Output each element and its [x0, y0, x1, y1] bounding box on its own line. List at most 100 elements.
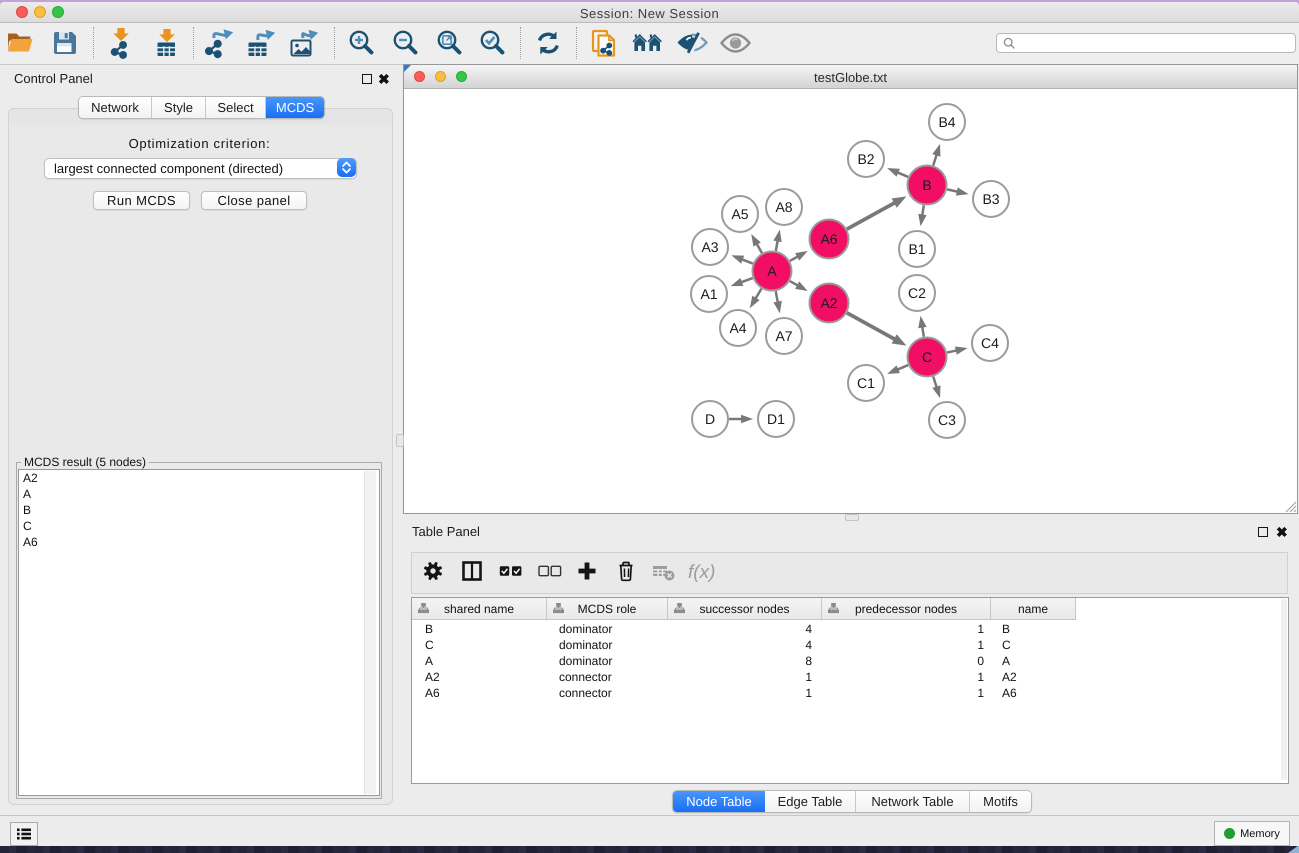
tab-network[interactable]: Network — [79, 97, 152, 118]
graph-node-C1[interactable]: C1 — [848, 365, 884, 401]
tab-node-table[interactable]: Node Table — [673, 791, 765, 812]
control-panel-float-icon[interactable] — [362, 74, 372, 84]
network-resize-grip[interactable] — [1284, 500, 1296, 512]
close-panel-button[interactable]: Close panel — [201, 191, 307, 210]
vertical-splitter-handle[interactable] — [396, 434, 404, 447]
table-row-C[interactable]: Cdominator41C — [412, 637, 1076, 653]
cell[interactable]: B — [412, 621, 547, 637]
cell[interactable]: 0 — [822, 653, 991, 669]
cell[interactable]: B — [991, 621, 1076, 637]
result-item[interactable]: B — [19, 502, 379, 518]
graph-node-A1[interactable]: A1 — [691, 276, 727, 312]
clone-network-icon[interactable] — [591, 29, 618, 58]
edge-A-A1[interactable] — [740, 278, 753, 283]
graph-node-C2[interactable]: C2 — [899, 275, 935, 311]
add-column-icon[interactable] — [576, 560, 598, 582]
cell[interactable]: A6 — [991, 685, 1076, 701]
table-row-B[interactable]: Bdominator41B — [412, 621, 1076, 637]
search-input[interactable] — [1016, 35, 1270, 51]
graph-node-A8[interactable]: A8 — [766, 189, 802, 225]
open-session-icon[interactable] — [6, 30, 34, 56]
tab-edge-table[interactable]: Edge Table — [765, 791, 856, 812]
cell[interactable]: dominator — [547, 653, 668, 669]
first-neighbors-icon[interactable] — [632, 31, 663, 55]
cell[interactable]: connector — [547, 685, 668, 701]
graph-node-A6[interactable]: A6 — [810, 220, 849, 259]
settings-icon[interactable] — [422, 560, 444, 582]
zoom-fit-icon[interactable] — [436, 29, 462, 55]
graph-node-D[interactable]: D — [692, 401, 728, 437]
table-row-A[interactable]: Adominator80A — [412, 653, 1076, 669]
tab-mcds[interactable]: MCDS — [266, 97, 324, 118]
status-list-button[interactable] — [10, 822, 38, 846]
cell[interactable]: C — [991, 637, 1076, 653]
graph-node-B4[interactable]: B4 — [929, 104, 965, 140]
deselect-all-icon[interactable] — [538, 560, 562, 582]
cell[interactable]: 1 — [668, 685, 822, 701]
delete-column-icon[interactable] — [615, 560, 637, 582]
graph-node-A[interactable]: A — [753, 252, 792, 291]
cell[interactable]: 1 — [822, 685, 991, 701]
network-graph[interactable]: B4 B2 B B3 A8 A5 A6 A3 B1 A A1 C2 A2 — [404, 89, 1297, 513]
graph-node-A5[interactable]: A5 — [722, 196, 758, 232]
graph-node-C[interactable]: C — [908, 338, 947, 377]
tab-motifs[interactable]: Motifs — [970, 791, 1031, 812]
graph-node-D1[interactable]: D1 — [758, 401, 794, 437]
cell[interactable]: 4 — [668, 621, 822, 637]
table-panel-close-icon[interactable]: ✖ — [1276, 527, 1288, 537]
table-scrollbar[interactable] — [1281, 599, 1287, 780]
cell[interactable]: A2 — [991, 669, 1076, 685]
result-item[interactable]: A2 — [19, 470, 379, 486]
cell[interactable]: A — [991, 653, 1076, 669]
graph-node-B[interactable]: B — [908, 166, 947, 205]
result-item[interactable]: C — [19, 518, 379, 534]
mcds-result-list[interactable]: A2ABCA6 — [18, 469, 380, 796]
cell[interactable]: 1 — [822, 669, 991, 685]
delete-table-icon[interactable] — [652, 560, 675, 582]
cell[interactable]: 1 — [822, 637, 991, 653]
cell[interactable]: A2 — [412, 669, 547, 685]
column-header-4[interactable]: name — [991, 598, 1076, 620]
graph-node-A7[interactable]: A7 — [766, 318, 802, 354]
cell[interactable]: A — [412, 653, 547, 669]
refresh-icon[interactable] — [535, 30, 562, 56]
cell[interactable]: A6 — [412, 685, 547, 701]
graph-node-A2[interactable]: A2 — [810, 284, 849, 323]
result-item[interactable]: A6 — [19, 534, 379, 550]
tab-style[interactable]: Style — [152, 97, 206, 118]
table-row-A6[interactable]: A6connector11A6 — [412, 685, 1076, 701]
graph-node-B2[interactable]: B2 — [848, 141, 884, 177]
graph-node-C4[interactable]: C4 — [972, 325, 1008, 361]
select-all-icon[interactable] — [499, 560, 523, 582]
graph-node-B3[interactable]: B3 — [973, 181, 1009, 217]
graph-node-A3[interactable]: A3 — [692, 229, 728, 265]
column-header-0[interactable]: shared name — [412, 598, 547, 620]
import-network-icon[interactable] — [106, 28, 134, 59]
optimization-criterion-select[interactable]: largest connected component (directed) — [44, 158, 357, 179]
cell[interactable]: dominator — [547, 621, 668, 637]
cell[interactable]: dominator — [547, 637, 668, 653]
graph-node-C3[interactable]: C3 — [929, 402, 965, 438]
node-table[interactable]: shared name MCDS role successor nodes — [411, 597, 1289, 784]
horizontal-splitter-handle[interactable] — [845, 514, 859, 521]
export-network-icon[interactable] — [205, 29, 234, 59]
column-header-3[interactable]: predecessor nodes — [822, 598, 991, 620]
zoom-in-icon[interactable] — [348, 29, 374, 55]
export-table-icon[interactable] — [246, 30, 276, 58]
graph-node-B1[interactable]: B1 — [899, 231, 935, 267]
zoom-selected-icon[interactable] — [479, 29, 505, 55]
cell[interactable]: 8 — [668, 653, 822, 669]
save-session-icon[interactable] — [52, 30, 78, 56]
cell[interactable]: 1 — [822, 621, 991, 637]
column-header-2[interactable]: successor nodes — [668, 598, 822, 620]
memory-button[interactable]: Memory — [1214, 821, 1290, 846]
tab-select[interactable]: Select — [206, 97, 266, 118]
edge-A2-C[interactable] — [847, 313, 896, 340]
table-panel-float-icon[interactable] — [1258, 527, 1268, 537]
result-scrollbar[interactable] — [364, 471, 376, 794]
hide-selected-icon[interactable] — [676, 31, 708, 54]
graph-node-A4[interactable]: A4 — [720, 310, 756, 346]
cell[interactable]: C — [412, 637, 547, 653]
result-item[interactable]: A — [19, 486, 379, 502]
column-header-1[interactable]: MCDS role — [547, 598, 668, 620]
